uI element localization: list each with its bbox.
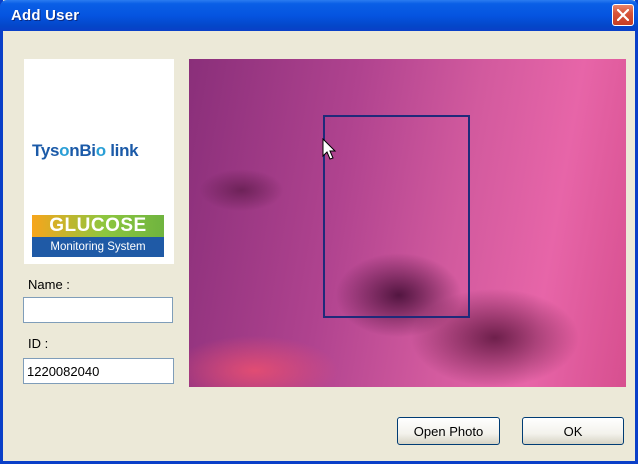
tysonbio-logo: TysonBio link <box>32 141 139 160</box>
id-field[interactable] <box>23 358 174 384</box>
user-photo[interactable] <box>189 59 626 387</box>
mouse-cursor-icon <box>322 138 337 160</box>
add-user-dialog: Add User TysonBio link GLUCOSE Monitorin… <box>0 0 638 464</box>
window-title: Add User <box>11 7 80 24</box>
logo-panel: TysonBio link GLUCOSE Monitoring System <box>24 59 174 264</box>
close-button[interactable] <box>612 4 634 26</box>
name-field[interactable] <box>23 297 173 323</box>
ok-button[interactable]: OK <box>522 417 624 445</box>
glucose-logo: GLUCOSE Monitoring System <box>32 215 164 257</box>
id-label: ID : <box>28 336 49 351</box>
glucose-logo-title: GLUCOSE <box>32 215 164 237</box>
name-label: Name : <box>28 277 70 292</box>
title-bar[interactable]: Add User <box>0 0 638 31</box>
crop-selection-rectangle[interactable] <box>323 115 470 318</box>
glucose-logo-subtitle: Monitoring System <box>32 237 164 257</box>
open-photo-button[interactable]: Open Photo <box>397 417 500 445</box>
close-icon <box>617 9 629 21</box>
